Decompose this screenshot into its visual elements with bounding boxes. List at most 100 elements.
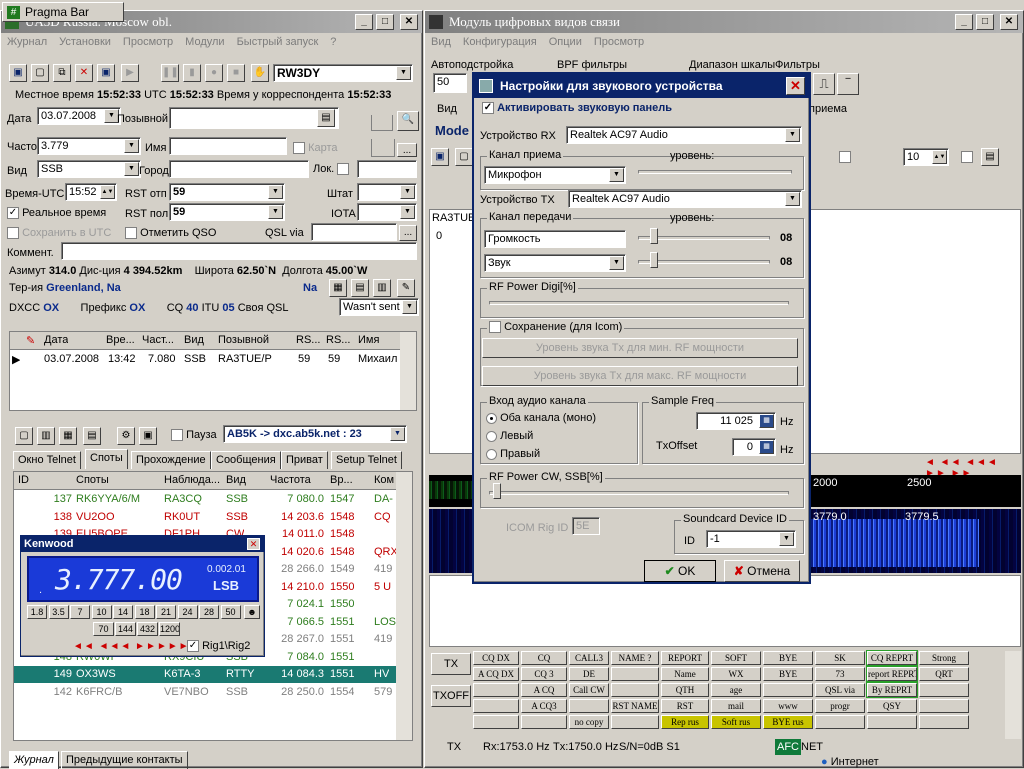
name-input[interactable] bbox=[169, 137, 287, 155]
table-row[interactable]: 137 RK6YYA/6/M RA3CQ SSB 7 080.0 1547 DA- bbox=[14, 491, 398, 508]
card-checkbox[interactable]: Карта bbox=[293, 142, 338, 155]
macro-button[interactable] bbox=[919, 683, 969, 697]
band-button[interactable]: 18 bbox=[134, 605, 155, 619]
digi-save-icon[interactable]: ▣ bbox=[431, 148, 449, 166]
tx-button[interactable]: TX bbox=[431, 653, 471, 675]
tab-journal[interactable]: Журнал bbox=[9, 751, 59, 769]
spinner-icon[interactable]: ▲▼ bbox=[932, 150, 947, 164]
band-button[interactable]: 21 bbox=[156, 605, 176, 619]
play-icon[interactable]: ▶ bbox=[121, 64, 139, 82]
col-rst2[interactable]: RS... bbox=[326, 334, 350, 346]
filter-button-1[interactable]: ⎍ bbox=[813, 73, 835, 95]
band-button[interactable]: 1.8 bbox=[27, 605, 47, 619]
kenwood-close-icon[interactable]: ✕ bbox=[247, 538, 260, 550]
tab-setup-telnet[interactable]: Setup Telnet bbox=[331, 451, 402, 469]
blank-field[interactable] bbox=[371, 115, 393, 131]
digi-export-icon[interactable]: ▤ bbox=[981, 148, 999, 166]
maximize-button[interactable]: □ bbox=[376, 14, 394, 30]
macro-button[interactable]: QTH bbox=[661, 683, 709, 697]
pause-check[interactable] bbox=[171, 429, 183, 442]
autoadjust-field[interactable]: 50 bbox=[433, 73, 467, 93]
macro-button[interactable]: NAME ? bbox=[611, 651, 659, 665]
date-field[interactable]: 03.07.2008 ▼ bbox=[37, 107, 121, 125]
own-qsl-field[interactable]: Wasn't sent ▼ bbox=[339, 298, 419, 316]
more-button[interactable]: ... bbox=[397, 143, 417, 157]
close-button[interactable]: ✕ bbox=[400, 14, 418, 30]
callsign-input[interactable] bbox=[169, 107, 339, 129]
mode-label[interactable]: Mode bbox=[435, 123, 469, 138]
menu-settings[interactable]: Установки bbox=[59, 36, 111, 48]
macro-button[interactable]: CQ DX bbox=[473, 651, 519, 665]
band-button[interactable]: 432 bbox=[137, 622, 158, 636]
band-button[interactable]: 70 bbox=[93, 622, 114, 636]
grid-icon[interactable]: ▤ bbox=[351, 279, 369, 297]
macro-button[interactable]: By REPRT bbox=[866, 682, 918, 698]
save-icom-checkbox[interactable]: Сохранение (для Icom) bbox=[487, 321, 625, 334]
col-date[interactable]: Дата bbox=[44, 334, 68, 346]
save-icom-check[interactable] bbox=[489, 321, 501, 334]
chevron-down-icon[interactable]: ▼ bbox=[402, 300, 417, 314]
minimize-button[interactable]: _ bbox=[355, 14, 373, 30]
count-field[interactable]: 10 ▲▼ bbox=[903, 148, 949, 166]
macro-button[interactable]: no copy bbox=[569, 715, 609, 729]
freq-field[interactable]: 3.779 ▼ bbox=[37, 137, 141, 155]
qsl-more-button[interactable]: ... bbox=[399, 225, 417, 241]
radio-left[interactable]: Левый bbox=[486, 430, 533, 442]
chevron-down-icon[interactable]: ▼ bbox=[609, 256, 624, 270]
record-icon[interactable]: ● bbox=[205, 64, 223, 82]
macro-button[interactable]: SOFT bbox=[711, 651, 761, 665]
macro-button[interactable]: www bbox=[763, 699, 813, 713]
v-scrollbar[interactable] bbox=[400, 332, 416, 410]
table-row[interactable]: 149 OX3WS K6TA-3 RTTY 14 084.3 1551 HV bbox=[14, 666, 398, 683]
min-rf-button[interactable]: Уровень звука Tx для мин. RF мощности bbox=[482, 338, 798, 358]
macro-button[interactable]: 73 bbox=[815, 667, 865, 681]
spots-scrollbar[interactable] bbox=[396, 472, 412, 740]
macro-button[interactable]: QSL via bbox=[815, 683, 865, 697]
chevron-down-icon[interactable]: ▼ bbox=[268, 185, 283, 199]
col-freq[interactable]: Частота bbox=[270, 474, 311, 486]
card-field[interactable] bbox=[371, 139, 395, 157]
loc-check[interactable] bbox=[337, 163, 350, 176]
macro-button[interactable]: A CQ3 bbox=[521, 699, 567, 713]
macro-button[interactable] bbox=[611, 683, 659, 697]
macro-button[interactable]: SK bbox=[815, 651, 865, 665]
digi-maximize-button[interactable]: □ bbox=[976, 14, 994, 30]
digi-close-button[interactable]: ✕ bbox=[1000, 14, 1018, 30]
save-icon[interactable]: ▣ bbox=[9, 64, 27, 82]
macro-button[interactable]: CQ bbox=[521, 651, 567, 665]
cluster-list-icon[interactable]: ▤ bbox=[83, 427, 101, 445]
macro-button[interactable] bbox=[611, 715, 659, 729]
map-icon[interactable]: ▦ bbox=[329, 279, 347, 297]
cluster-tool-icon[interactable]: ⚙ bbox=[117, 427, 135, 445]
tab-telnet[interactable]: Окно Telnet bbox=[13, 451, 81, 469]
digi-check-a-box[interactable] bbox=[839, 151, 851, 164]
chevron-down-icon[interactable]: ▼ bbox=[609, 168, 624, 182]
macro-button[interactable] bbox=[919, 699, 969, 713]
tx-text-area[interactable] bbox=[429, 575, 1021, 647]
radio-right-dot[interactable] bbox=[486, 448, 497, 460]
note-icon[interactable]: ✎ bbox=[397, 279, 415, 297]
menu-view[interactable]: Просмотр bbox=[123, 36, 173, 48]
macro-button[interactable]: Strong bbox=[919, 651, 969, 665]
hand-icon[interactable]: ✋ bbox=[251, 64, 269, 82]
afc-indicator[interactable]: AFC bbox=[775, 739, 801, 755]
digi-check-b-box[interactable] bbox=[961, 151, 973, 164]
macro-button[interactable]: age bbox=[711, 683, 761, 697]
stop-icon[interactable]: ▮ bbox=[183, 64, 201, 82]
txoff-button[interactable]: TXOFF bbox=[431, 685, 471, 707]
rf-cw-thumb[interactable] bbox=[493, 483, 501, 499]
chevron-down-icon[interactable]: ▼ bbox=[396, 66, 411, 80]
macro-button[interactable]: WX bbox=[711, 667, 761, 681]
col-call[interactable]: Позывной bbox=[218, 334, 269, 346]
tx-ch2-select[interactable]: Звук ▼ bbox=[484, 254, 626, 272]
chevron-down-icon[interactable]: ▼ bbox=[124, 139, 139, 153]
chevron-down-icon[interactable]: ▼ bbox=[390, 427, 405, 441]
digi-menu-options[interactable]: Опции bbox=[549, 36, 582, 48]
macro-button[interactable]: BYE bbox=[763, 651, 813, 665]
chevron-down-icon[interactable]: ▼ bbox=[268, 205, 283, 219]
icom-rig-field[interactable]: 5E bbox=[572, 517, 600, 535]
calculator-icon[interactable]: ▦ bbox=[759, 440, 774, 454]
tab-previous[interactable]: Предыдущие контакты bbox=[61, 751, 188, 769]
table-row[interactable]: ▶ 03.07.2008 13:42 7.080 SSB RA3TUE/P 59… bbox=[10, 351, 402, 369]
col-time[interactable]: Вр... bbox=[330, 474, 353, 486]
